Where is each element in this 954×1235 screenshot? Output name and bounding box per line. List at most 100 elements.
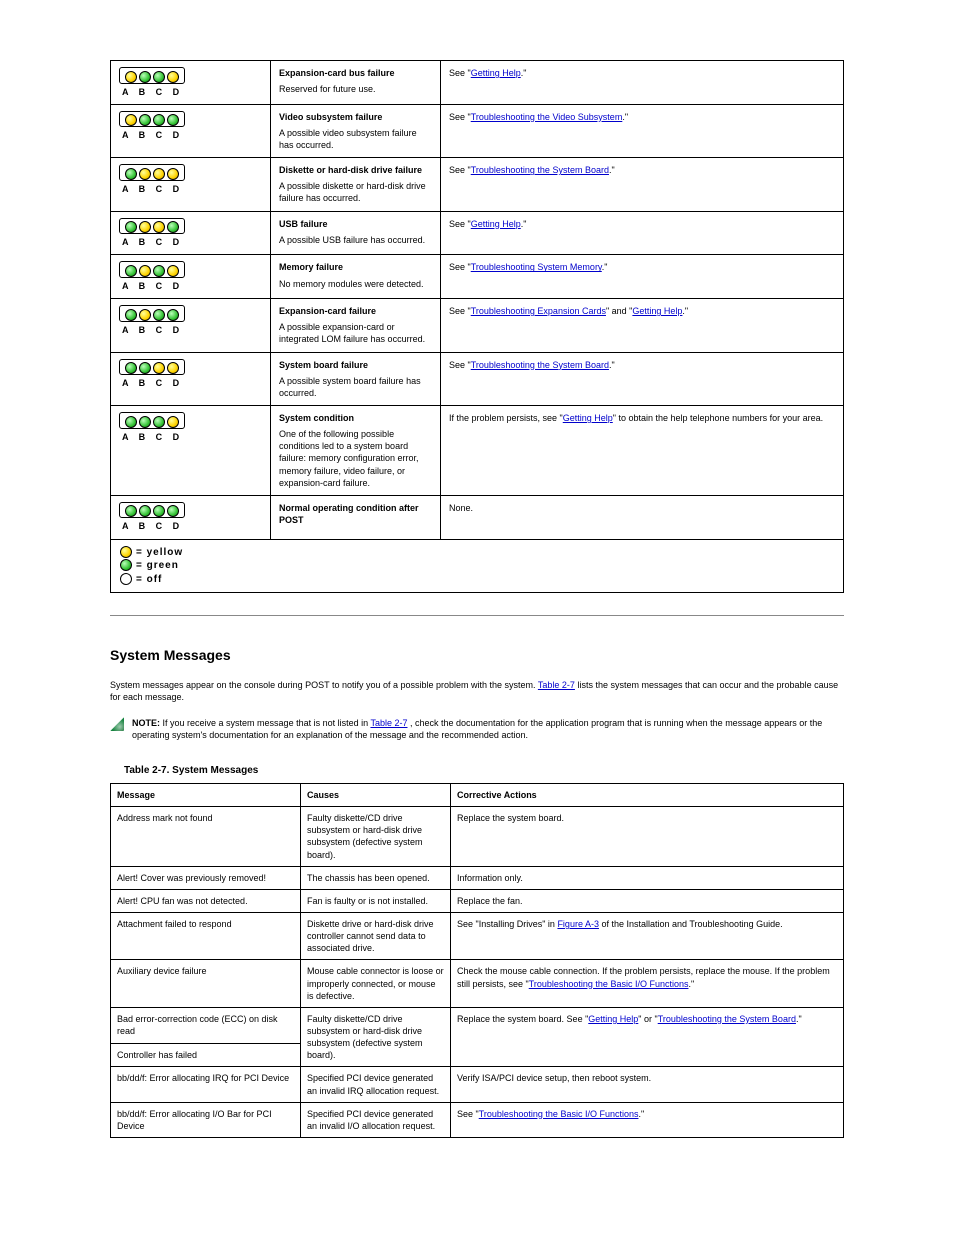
- led-labels: A B C D: [119, 377, 262, 389]
- msg-action-link[interactable]: Troubleshooting the Basic I/O Functions: [529, 979, 689, 989]
- action-cell: See "Troubleshooting the System Board.": [441, 352, 844, 405]
- cause-body: A possible system board failure has occu…: [279, 375, 432, 399]
- legend-yellow-label: = yellow: [136, 547, 183, 558]
- system-messages-table: Message Causes Corrective Actions Addres…: [110, 783, 844, 1138]
- msg-cell: Bad error-correction code (ECC) on disk …: [111, 1007, 301, 1043]
- section-heading: System Messages: [110, 646, 844, 665]
- action-link[interactable]: Getting Help: [471, 68, 521, 78]
- section-intro: System messages appear on the console du…: [110, 679, 844, 703]
- led-g: [167, 114, 179, 126]
- action-link[interactable]: Getting Help: [563, 413, 613, 423]
- cause-cell: System conditionOne of the following pos…: [271, 405, 441, 495]
- legend-green-label: = green: [136, 560, 179, 571]
- led-g: [153, 309, 165, 321]
- action-link[interactable]: Troubleshooting System Memory: [471, 262, 602, 272]
- action-link[interactable]: Troubleshooting the System Board: [471, 360, 609, 370]
- action-link[interactable]: Troubleshooting the System Board: [471, 165, 609, 175]
- led-labels: A B C D: [119, 520, 262, 532]
- msg-cell: bb/dd/f: Error allocating I/O Bar for PC…: [111, 1102, 301, 1137]
- msg-header-message: Message: [111, 784, 301, 807]
- note-table-link[interactable]: Table 2-7: [370, 718, 407, 728]
- led-g: [125, 221, 137, 233]
- action-link-2[interactable]: Getting Help: [632, 306, 682, 316]
- msg-row: bb/dd/f: Error allocating I/O Bar for PC…: [111, 1102, 844, 1137]
- led-g: [153, 505, 165, 517]
- msg-row: Attachment failed to respondDiskette dri…: [111, 913, 844, 960]
- action-link[interactable]: Troubleshooting Expansion Cards: [471, 306, 606, 316]
- cause-cell: Specified PCI device generated an invali…: [301, 1067, 451, 1102]
- cause-cell: Memory failureNo memory modules were det…: [271, 255, 441, 299]
- led-y: [139, 265, 151, 277]
- cause-body: A possible video subsystem failure has o…: [279, 127, 432, 151]
- led-labels: A B C D: [119, 431, 262, 443]
- diag-row: A B C DDiskette or hard-disk drive failu…: [111, 158, 844, 211]
- legend-yellow-dot: [120, 546, 132, 558]
- msg-action-link[interactable]: Figure A-3: [557, 919, 599, 929]
- led-cell: A B C D: [111, 255, 271, 299]
- led-y: [153, 168, 165, 180]
- msg-row: Auxiliary device failureMouse cable conn…: [111, 960, 844, 1007]
- led-g: [153, 114, 165, 126]
- led-g: [153, 71, 165, 83]
- cause-body: No memory modules were detected.: [279, 278, 432, 290]
- action-cell: See "Getting Help.": [441, 61, 844, 105]
- led-y: [139, 168, 151, 180]
- msg-action-link-2[interactable]: Troubleshooting the System Board: [658, 1014, 796, 1024]
- legend-off-dot: [120, 573, 132, 585]
- action-link[interactable]: Troubleshooting the Video Subsystem: [471, 112, 623, 122]
- intro-table-link[interactable]: Table 2-7: [538, 680, 575, 690]
- diagnostic-led-table: A B C DExpansion-card bus failureReserve…: [110, 60, 844, 593]
- diag-row: A B C DNormal operating condition after …: [111, 495, 844, 539]
- intro-pre: System messages appear on the console du…: [110, 680, 538, 690]
- led-g: [167, 309, 179, 321]
- note-icon: [110, 717, 124, 731]
- led-g: [153, 416, 165, 428]
- led-y: [139, 309, 151, 321]
- action-cell: If the problem persists, see "Getting He…: [441, 405, 844, 495]
- led-y: [125, 114, 137, 126]
- led-g: [125, 362, 137, 374]
- diag-row: A B C DExpansion-card bus failureReserve…: [111, 61, 844, 105]
- note-pre: If you receive a system message that is …: [163, 718, 371, 728]
- led-y: [167, 265, 179, 277]
- cause-cell: Video subsystem failure A possible video …: [271, 104, 441, 157]
- led-cell: A B C D: [111, 61, 271, 105]
- msg-cell: bb/dd/f: Error allocating IRQ for PCI De…: [111, 1067, 301, 1102]
- action-link[interactable]: Getting Help: [471, 219, 521, 229]
- cause-cell: Diskette drive or hard-disk drive contro…: [301, 913, 451, 960]
- action-cell: See "Installing Drives" in Figure A-3 of…: [451, 913, 844, 960]
- msg-table-caption: Table 2-7. System Messages: [124, 764, 844, 778]
- cause-cell: Faulty diskette/CD drive subsystem or ha…: [301, 807, 451, 867]
- action-cell: Replace the fan.: [451, 889, 844, 912]
- action-cell: See "Troubleshooting the Basic I/O Funct…: [451, 1102, 844, 1137]
- legend-off-label: = off: [136, 574, 162, 585]
- led-cell: A B C D: [111, 211, 271, 255]
- led-y: [153, 221, 165, 233]
- action-cell: Check the mouse cable connection. If the…: [451, 960, 844, 1007]
- led-g: [139, 505, 151, 517]
- led-cell: A B C D: [111, 299, 271, 352]
- msg-cell: Alert! Cover was previously removed!: [111, 866, 301, 889]
- led-g: [125, 265, 137, 277]
- cause-title: Video subsystem failure: [279, 111, 432, 123]
- led-g: [139, 416, 151, 428]
- cause-title: USB failure: [279, 218, 432, 230]
- cause-title: System board failure: [279, 359, 432, 371]
- cause-cell: Faulty diskette/CD drive subsystem or ha…: [301, 1007, 451, 1067]
- msg-cell: Address mark not found: [111, 807, 301, 867]
- led-g: [153, 265, 165, 277]
- note-label: NOTE:: [132, 718, 160, 728]
- cause-cell: Fan is faulty or is not installed.: [301, 889, 451, 912]
- msg-header-action: Corrective Actions: [451, 784, 844, 807]
- cause-cell: Mouse cable connector is loose or improp…: [301, 960, 451, 1007]
- led-cell: A B C D: [111, 495, 271, 539]
- msg-action-link[interactable]: Getting Help: [588, 1014, 638, 1024]
- action-cell: Information only.: [451, 866, 844, 889]
- msg-action-link[interactable]: Troubleshooting the Basic I/O Functions: [479, 1109, 639, 1119]
- diag-row: A B C D System board failure A possible sy…: [111, 352, 844, 405]
- cause-body: A possible diskette or hard-disk drive f…: [279, 180, 432, 204]
- note-text: NOTE: If you receive a system message th…: [132, 717, 844, 741]
- action-cell: See "Troubleshooting the Video Subsystem…: [441, 104, 844, 157]
- note-block: NOTE: If you receive a system message th…: [110, 717, 844, 741]
- led-labels: A B C D: [119, 183, 262, 195]
